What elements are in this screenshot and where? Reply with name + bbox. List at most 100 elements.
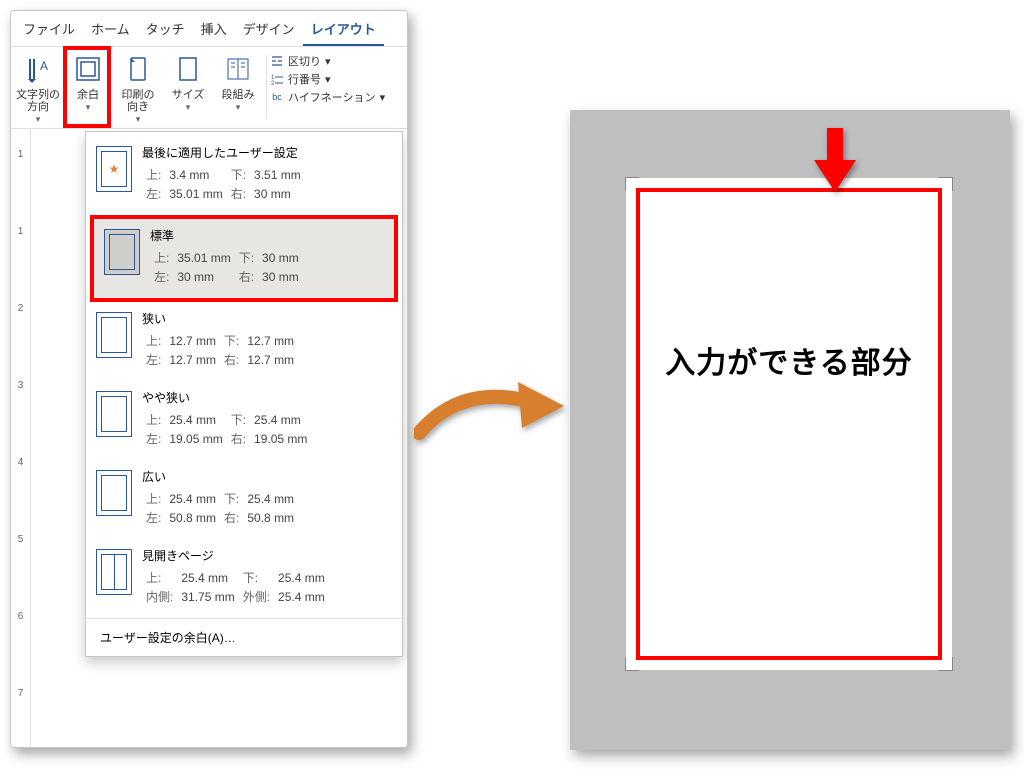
orientation-button[interactable]: 印刷の 向き ▾: [113, 51, 163, 127]
breaks-label: 区切り: [288, 53, 321, 69]
vertical-ruler: 1 1 2 3 4 5 6 7: [11, 129, 31, 747]
line-numbers-icon: 12: [270, 72, 284, 86]
line-numbers-label: 行番号: [288, 71, 321, 87]
margin-option-last[interactable]: 最後に適用したユーザー設定 上:3.4 mm 下:3.51 mm 左:35.01…: [86, 136, 402, 215]
ruler-tick: 1: [18, 226, 24, 237]
val-inner: 31.75 mm: [177, 587, 238, 606]
word-window: ファイル ホーム タッチ 挿入 デザイン レイアウト A 文字列の 方向 ▾ 余…: [10, 10, 408, 748]
tab-layout[interactable]: レイアウト: [303, 15, 384, 46]
lbl-left: 左:: [150, 267, 173, 286]
text-direction-button[interactable]: A 文字列の 方向 ▾: [13, 51, 63, 127]
breaks-button[interactable]: 区切り ▾: [270, 53, 400, 69]
margin-preview-icon: [96, 549, 132, 595]
option-title: 狭い: [142, 310, 392, 327]
text-direction-label: 文字列の 方向: [16, 89, 60, 113]
orientation-label: 印刷の 向き: [122, 89, 155, 113]
lbl-left: 左:: [142, 184, 165, 203]
ruler-tick: 6: [18, 611, 24, 622]
option-title: 標準: [150, 227, 384, 244]
val-left: 12.7 mm: [165, 350, 220, 369]
custom-margins-label: ユーザー設定の余白(A)…: [100, 631, 236, 645]
size-button[interactable]: サイズ ▾: [163, 51, 213, 115]
ribbon: A 文字列の 方向 ▾ 余白 ▾ 印刷の 向き ▾ サイズ ▾: [11, 47, 407, 129]
hyphenation-label: ハイフネーション: [288, 89, 376, 105]
margins-label: 余白: [77, 89, 99, 101]
hyphenation-button[interactable]: bc ハイフネーション ▾: [270, 89, 400, 105]
val-bottom: 25.4 mm: [274, 568, 329, 587]
custom-margins-item[interactable]: ユーザー設定の余白(A)…: [86, 618, 402, 656]
tab-design[interactable]: デザイン: [235, 15, 303, 46]
chevron-down-icon: ▾: [325, 55, 331, 68]
ruler-tick: 1: [18, 149, 24, 160]
margins-icon: [72, 53, 104, 85]
lbl-inner: 内側:: [142, 587, 177, 606]
lbl-top: 上:: [142, 165, 165, 184]
val-right: 12.7 mm: [243, 350, 298, 369]
lbl-top: 上:: [142, 410, 165, 429]
margin-option-moderate[interactable]: やや狭い 上:25.4 mm 下:25.4 mm 左:19.05 mm 右:19…: [86, 381, 402, 460]
val-top: 25.4 mm: [165, 489, 220, 508]
margin-preview-icon: [96, 312, 132, 358]
page-illustration: 入力ができる部分: [570, 110, 1010, 750]
lbl-bottom: 下:: [227, 410, 250, 429]
margins-button[interactable]: 余白 ▾: [63, 51, 113, 115]
columns-label: 段組み: [222, 89, 255, 101]
val-right: 30 mm: [250, 184, 305, 203]
size-label: サイズ: [172, 89, 205, 101]
arrow-right-icon: [414, 378, 564, 448]
ruler-tick: 5: [18, 534, 24, 545]
lbl-left: 左:: [142, 508, 165, 527]
lbl-top: 上:: [150, 248, 173, 267]
editable-area-label: 入力ができる部分: [640, 338, 938, 382]
columns-icon: [222, 53, 254, 85]
margin-preview-icon: [96, 470, 132, 516]
val-top: 12.7 mm: [165, 331, 220, 350]
margin-option-narrow[interactable]: 狭い 上:12.7 mm 下:12.7 mm 左:12.7 mm 右:12.7 …: [86, 302, 402, 381]
margin-option-wide[interactable]: 広い 上:25.4 mm 下:25.4 mm 左:50.8 mm 右:50.8 …: [86, 460, 402, 539]
chevron-down-icon: ▾: [325, 73, 331, 86]
lbl-bottom: 下:: [227, 165, 250, 184]
tab-touch[interactable]: タッチ: [138, 15, 193, 46]
val-bottom: 25.4 mm: [243, 489, 298, 508]
margin-option-normal[interactable]: 標準 上:35.01 mm 下:30 mm 左:30 mm 右:30 mm: [94, 219, 394, 298]
lbl-bottom: 下:: [220, 331, 243, 350]
columns-button[interactable]: 段組み ▾: [213, 51, 263, 115]
chevron-down-icon: ▾: [136, 113, 141, 125]
tab-insert[interactable]: 挿入: [193, 15, 235, 46]
val-top: 3.4 mm: [165, 165, 226, 184]
hyphenation-icon: bc: [270, 90, 284, 104]
menu-tabs: ファイル ホーム タッチ 挿入 デザイン レイアウト: [11, 11, 407, 47]
lbl-right: 右:: [220, 350, 243, 369]
svg-text:A: A: [40, 59, 48, 73]
lbl-right: 右:: [220, 508, 243, 527]
size-icon: [172, 53, 204, 85]
val-right: 50.8 mm: [243, 508, 298, 527]
val-bottom: 30 mm: [258, 248, 303, 267]
lbl-left: 左:: [142, 429, 165, 448]
lbl-outer: 外側:: [239, 587, 274, 606]
line-numbers-button[interactable]: 12 行番号 ▾: [270, 71, 400, 87]
arrow-down-icon: [814, 128, 856, 192]
ruler-tick: 7: [18, 688, 24, 699]
val-top: 25.4 mm: [165, 410, 226, 429]
page: 入力ができる部分: [626, 178, 952, 670]
lbl-left: 左:: [142, 350, 165, 369]
tab-home[interactable]: ホーム: [83, 15, 138, 46]
val-right: 30 mm: [258, 267, 303, 286]
lbl-bottom: 下:: [220, 489, 243, 508]
lbl-top: 上:: [142, 331, 165, 350]
option-title: 最後に適用したユーザー設定: [142, 144, 392, 161]
margin-option-mirrored[interactable]: 見開きページ 上:25.4 mm 下:25.4 mm 内側:31.75 mm 外…: [86, 539, 402, 618]
val-top: 35.01 mm: [173, 248, 234, 267]
lbl-right: 右:: [227, 429, 250, 448]
margin-preview-icon: [96, 391, 132, 437]
val-left: 50.8 mm: [165, 508, 220, 527]
ruler-tick: 3: [18, 380, 24, 391]
lbl-right: 右:: [235, 267, 258, 286]
val-left: 35.01 mm: [165, 184, 226, 203]
val-left: 19.05 mm: [165, 429, 226, 448]
lbl-bottom: 下:: [239, 568, 274, 587]
tab-file[interactable]: ファイル: [15, 15, 83, 46]
margin-preview-icon: [104, 229, 140, 275]
chevron-down-icon: ▾: [236, 101, 241, 113]
